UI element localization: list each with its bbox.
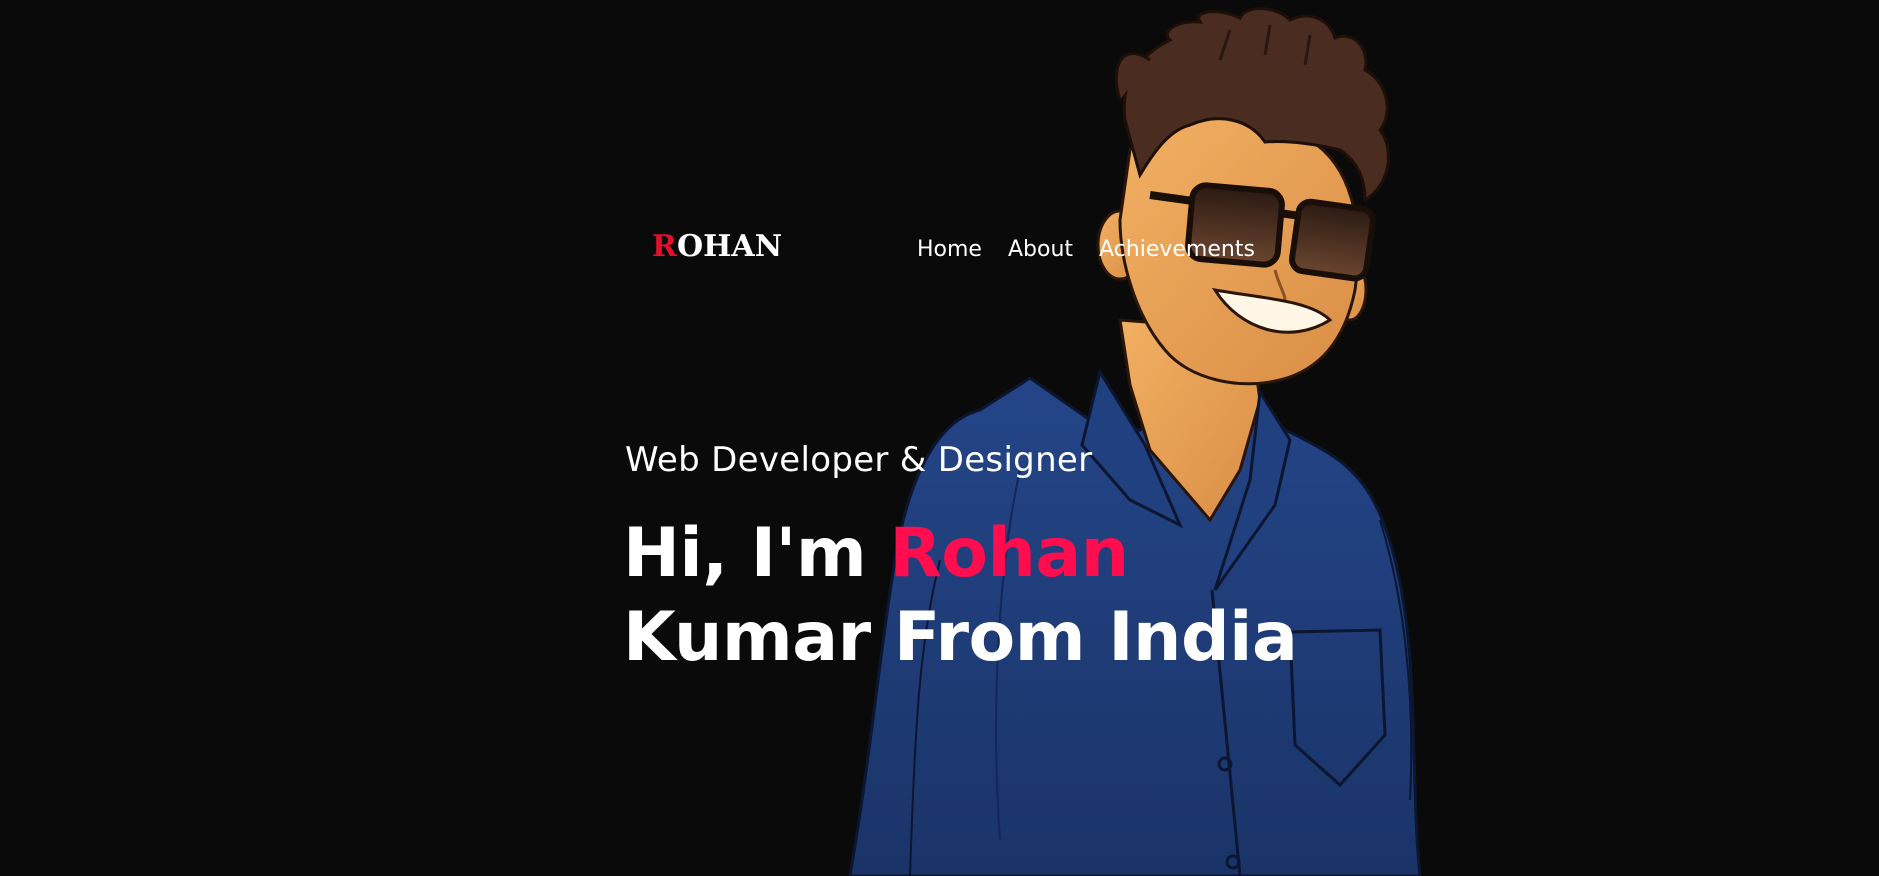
hero-subtitle: Web Developer & Designer: [625, 440, 1093, 480]
hero-headline: Hi, I'm Rohan Kumar From India: [623, 512, 1298, 680]
headline-greeting: Hi, I'm: [623, 514, 890, 593]
main-nav: Home About Achievements: [917, 237, 1255, 262]
headline-name-accent: Rohan: [889, 514, 1129, 593]
headline-line-two: Kumar From India: [623, 598, 1298, 677]
nav-item-achievements[interactable]: Achievements: [1099, 237, 1255, 262]
portfolio-hero-page: ROHAN Home About Achievements Web Develo…: [0, 0, 1879, 876]
nav-item-home[interactable]: Home: [917, 237, 982, 262]
hero-character-illustration: [820, 0, 1480, 876]
logo-text: OHAN: [676, 229, 783, 264]
logo-initial: R: [652, 229, 677, 264]
nav-item-about[interactable]: About: [1008, 237, 1073, 262]
site-logo[interactable]: ROHAN: [652, 232, 782, 262]
